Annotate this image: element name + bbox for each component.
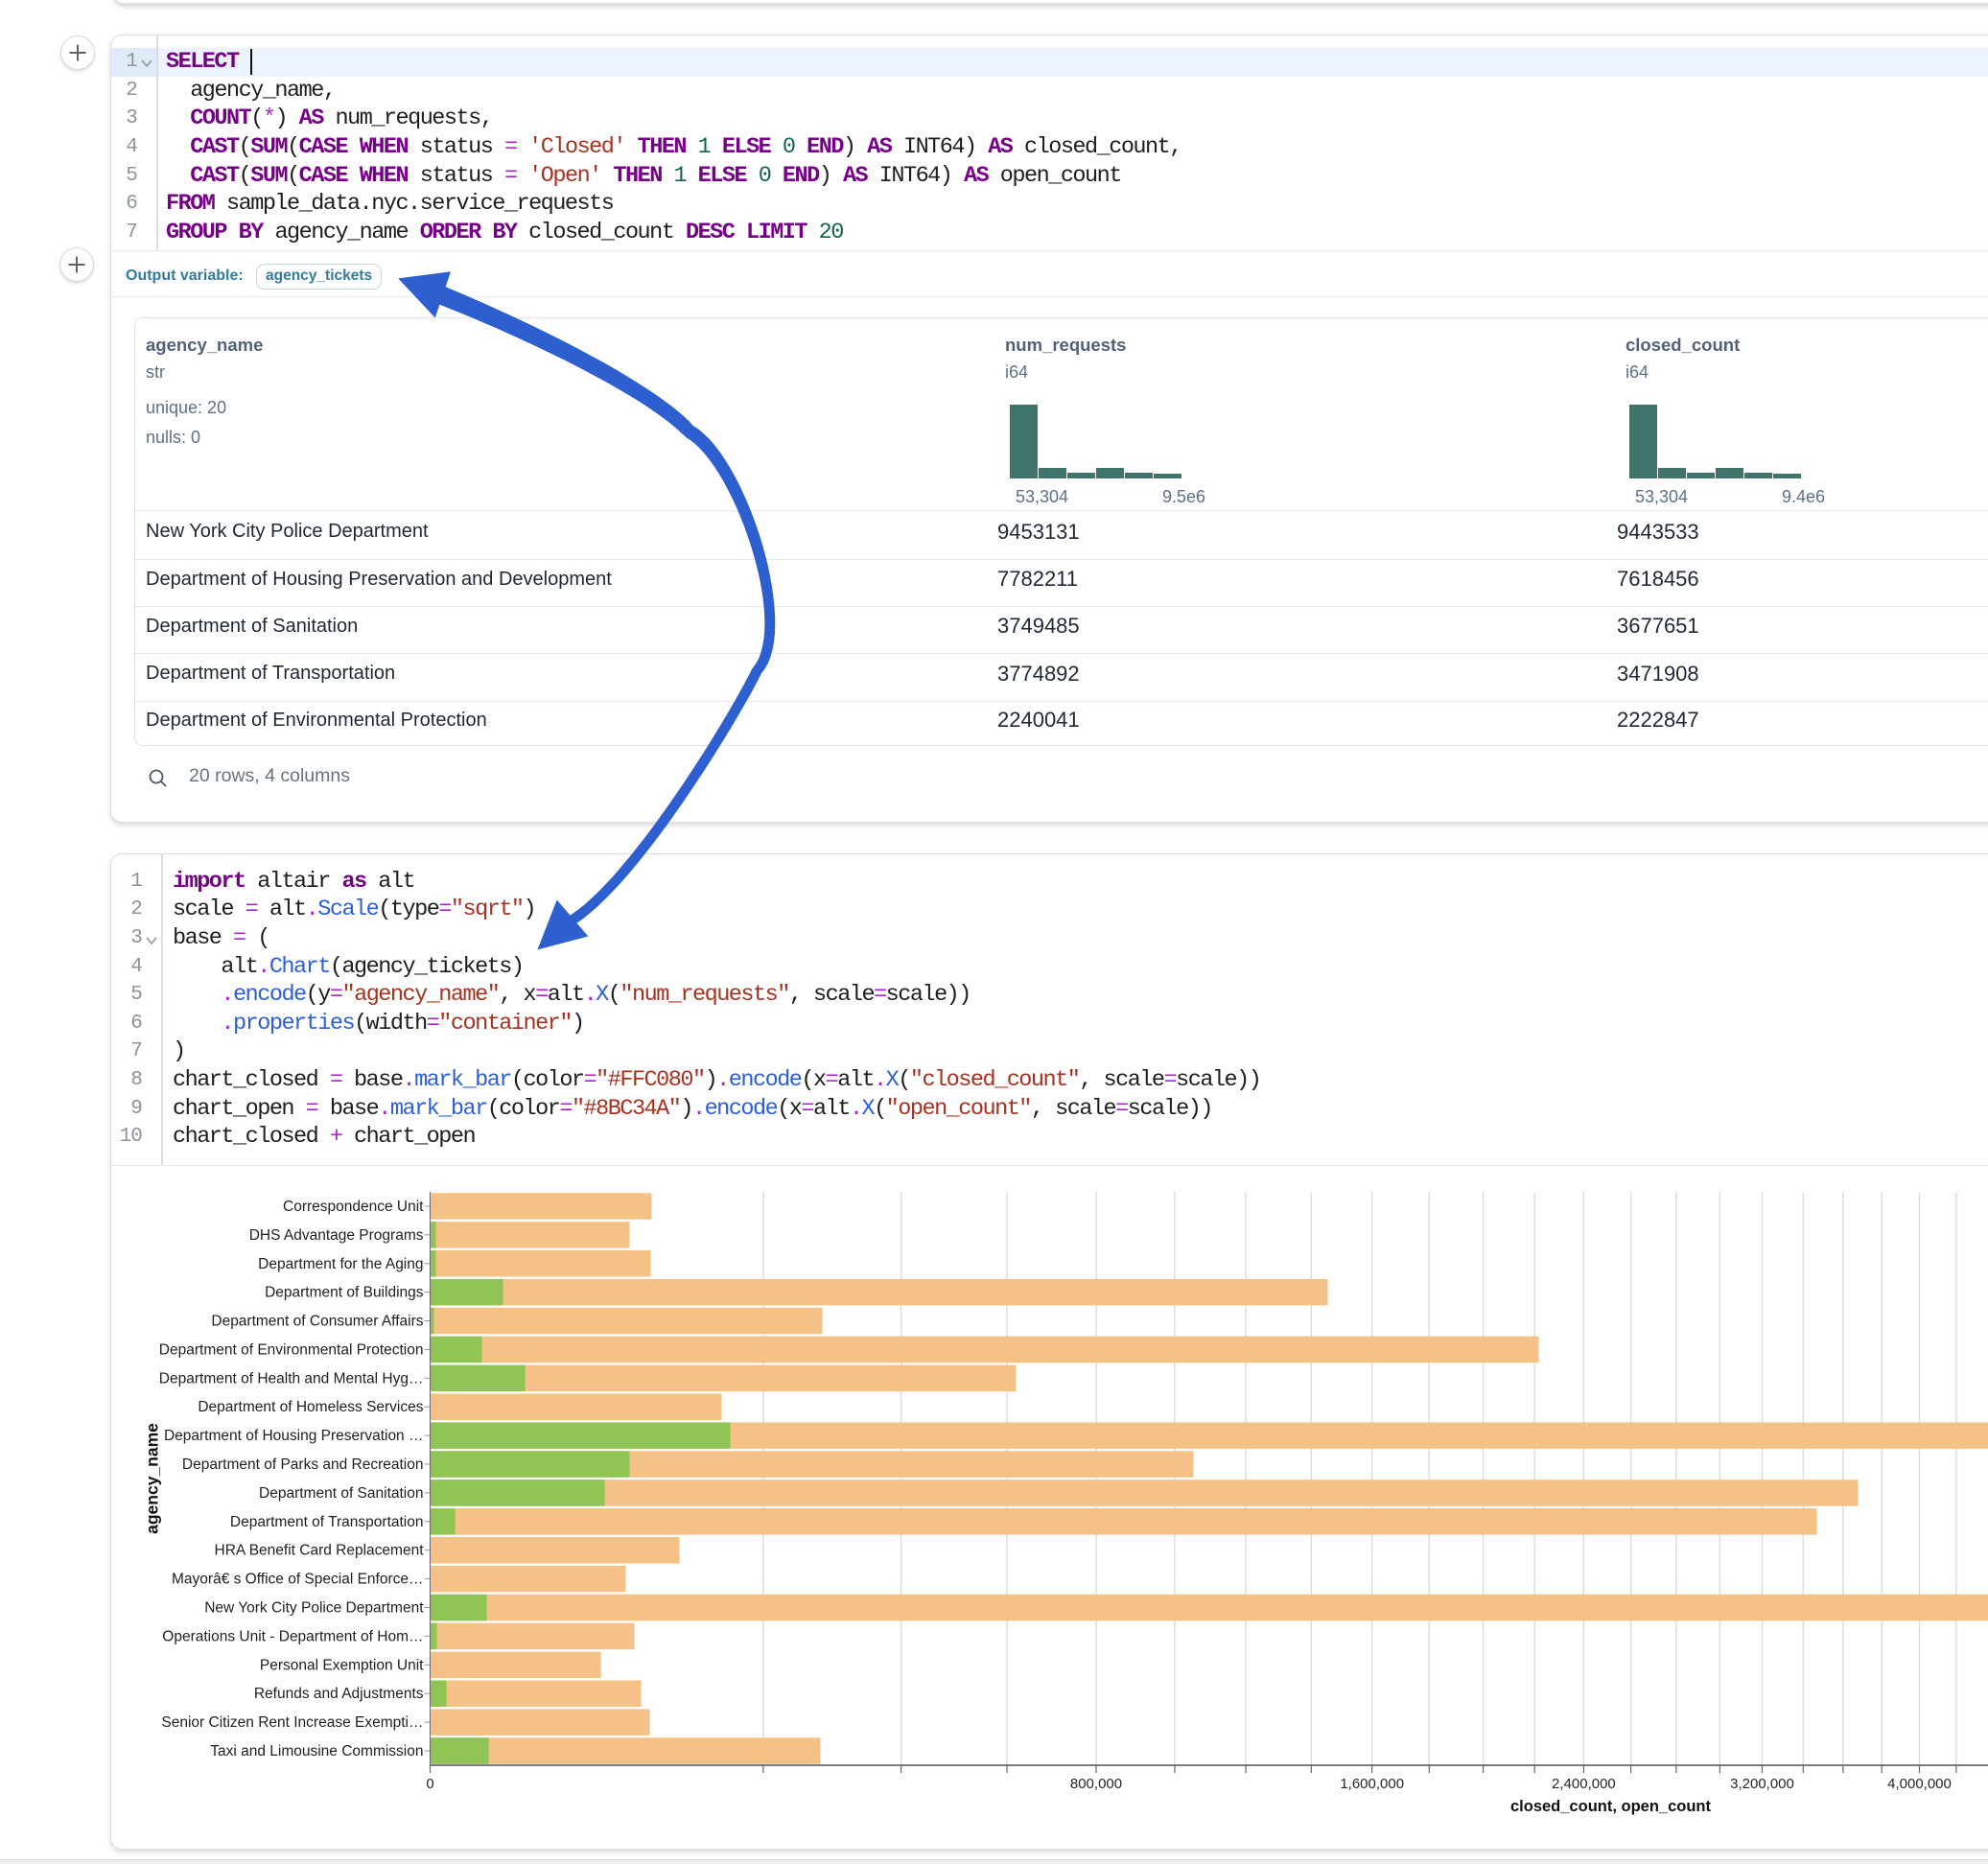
svg-text:3,200,000: 3,200,000 [1730, 1776, 1794, 1792]
svg-text:Department of Housing Preserva: Department of Housing Preservation … [163, 1428, 423, 1444]
svg-text:Department of Parks and Recrea: Department of Parks and Recreation [181, 1456, 423, 1473]
svg-text:Department of Homeless Service: Department of Homeless Services [198, 1399, 423, 1415]
svg-text:4,000,000: 4,000,000 [1887, 1776, 1952, 1792]
svg-text:Department of Environmental Pr: Department of Environmental Protection [158, 1341, 423, 1358]
svg-text:Senior Citizen Rent Increase E: Senior Citizen Rent Increase Exempti… [161, 1714, 423, 1731]
svg-text:Department of Buildings: Department of Buildings [265, 1285, 424, 1301]
svg-text:Operations Unit - Department o: Operations Unit - Department of Hom… [162, 1628, 423, 1644]
svg-text:Department for the Aging: Department for the Aging [258, 1256, 423, 1272]
svg-text:HRA Benefit Card Replacement: HRA Benefit Card Replacement [214, 1543, 424, 1559]
svg-text:800,000: 800,000 [1069, 1776, 1121, 1792]
svg-text:2,400,000: 2,400,000 [1552, 1776, 1616, 1792]
svg-text:Refunds and Adjustments: Refunds and Adjustments [253, 1686, 423, 1702]
svg-text:Mayorâ€ s Office of Special En: Mayorâ€ s Office of Special Enforce… [172, 1572, 423, 1588]
svg-text:Department of Health and Menta: Department of Health and Mental Hyg… [158, 1370, 423, 1386]
svg-text:DHS Advantage Programs: DHS Advantage Programs [248, 1227, 423, 1244]
svg-text:Correspondence Unit: Correspondence Unit [283, 1199, 424, 1215]
svg-text:closed_count, open_count: closed_count, open_count [1509, 1798, 1711, 1815]
svg-text:0: 0 [426, 1776, 433, 1792]
svg-text:Department of Transportation: Department of Transportation [229, 1514, 423, 1530]
svg-text:Department of Sanitation: Department of Sanitation [259, 1485, 423, 1502]
svg-text:Personal Exemption Unit: Personal Exemption Unit [259, 1657, 423, 1673]
svg-text:agency_name: agency_name [142, 1423, 161, 1534]
svg-text:Taxi and Limousine Commission: Taxi and Limousine Commission [210, 1743, 423, 1759]
svg-text:1,600,000: 1,600,000 [1340, 1776, 1404, 1792]
svg-text:Department of Consumer Affairs: Department of Consumer Affairs [211, 1314, 423, 1330]
svg-text:New York City Police Departmen: New York City Police Department [204, 1600, 424, 1617]
